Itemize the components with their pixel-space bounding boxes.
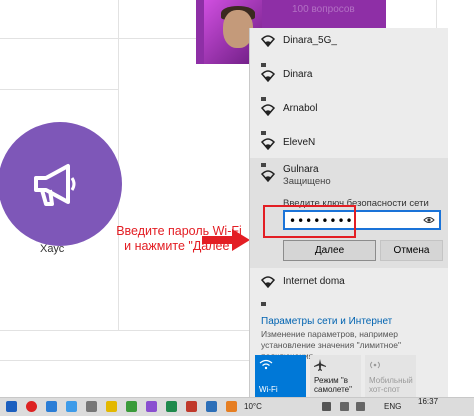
tile-label: Мобильный хот-спот [369,376,413,394]
house-avatar[interactable] [0,122,122,246]
mobile-hotspot-tile[interactable]: Мобильный хот-спот [365,355,416,397]
app-icon[interactable] [66,401,77,412]
network-tray-icon[interactable] [322,402,331,411]
network-item-partial[interactable] [250,298,448,312]
wifi-signal-icon [260,138,276,150]
clock[interactable]: 16:37 [418,397,438,406]
lock-icon [261,131,266,135]
lock-icon [261,302,266,306]
wifi-flyout: Dinara_5G_ Dinara Arnabol EleveN Gulnara… [249,28,448,397]
red-arrow-icon [202,229,250,251]
divider [0,89,118,90]
wifi-signal-icon [260,170,276,182]
app-icon[interactable] [126,401,137,412]
wifi-icon [259,359,273,370]
network-settings-link[interactable]: Параметры сети и Интернет [261,316,392,327]
app-icon[interactable] [6,401,17,412]
lock-icon [261,97,266,101]
wifi-signal-icon [260,276,276,288]
app-icon[interactable] [106,401,117,412]
lock-icon [261,63,266,67]
lock-icon [261,163,266,167]
promo-text: 100 вопросов [292,4,355,15]
app-icon[interactable] [226,401,237,412]
airplane-icon [314,359,326,371]
cancel-button[interactable]: Отмена [380,240,443,261]
app-icon[interactable] [26,401,37,412]
tile-label: Режим "в самолете" [314,376,352,394]
app-icon[interactable] [146,401,157,412]
taskbar: 10°C ENG 16:37 [0,397,474,416]
app-icon[interactable] [166,401,177,412]
volume-tray-icon[interactable] [340,402,349,411]
network-item[interactable]: Internet doma [250,266,448,296]
app-icon[interactable] [186,401,197,412]
wifi-signal-icon [260,70,276,82]
network-item[interactable]: Arnabol [250,92,448,122]
house-label: Хаус [40,243,65,255]
next-button[interactable]: Далее [283,240,376,261]
highlight-frame [263,205,356,238]
tile-label: Wi-Fi [259,385,278,394]
divider [436,0,437,28]
network-name: EleveN [283,137,316,148]
hotspot-icon [370,361,380,369]
battery-tray-icon[interactable] [356,402,365,411]
eye-icon[interactable] [423,215,435,225]
divider [0,360,249,361]
language-indicator[interactable]: ENG [384,402,401,411]
network-item[interactable]: EleveN [250,126,448,156]
app-icon[interactable] [206,401,217,412]
network-name: Arnabol [283,103,318,114]
network-name: Gulnara [283,164,319,175]
network-name: Internet doma [283,276,345,287]
network-item[interactable]: Dinara [250,58,448,88]
network-item[interactable]: Dinara_5G_ [250,28,448,54]
app-icon[interactable] [46,401,57,412]
wifi-signal-icon [260,104,276,116]
network-status: Защищено [283,176,331,187]
megaphone-icon [34,164,76,206]
wifi-toggle-tile[interactable]: Wi-Fi [255,355,306,397]
divider [0,330,249,331]
app-icon[interactable] [86,401,97,412]
airplane-mode-tile[interactable]: Режим "в самолете" [310,355,361,397]
network-name: Dinara [283,69,313,80]
divider [0,38,196,39]
wifi-signal-icon [260,35,276,47]
network-name: Dinara_5G_ [283,35,337,46]
temperature-readout[interactable]: 10°C [244,402,262,411]
